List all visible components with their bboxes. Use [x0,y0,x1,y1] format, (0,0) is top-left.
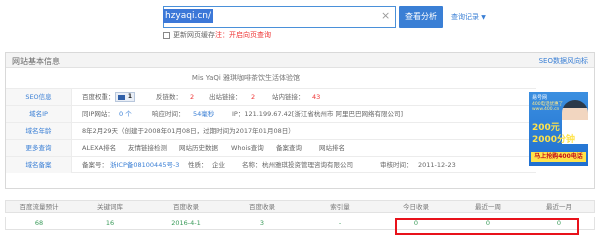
domain-age-label: 域名年龄 [6,123,72,139]
internal-links-value[interactable]: 43 [312,89,320,105]
same-ip-label: 同IP网站： [82,110,114,118]
phone-400-ad[interactable]: 易号网 400电话优惠了 www.400.cn 200元 2000分钟 马上抢购… [529,92,588,166]
site-info-panel: 网站基本信息 SEO数据风向标 Mis YaQi 雅琪咖啡茶饮生活体验馆 SEO… [5,52,595,189]
domain-age-row: 域名年龄 8年2月29天（创建于2008年01月08日，过期时间为2017年01… [6,122,536,139]
site-history-link[interactable]: 网站历史数据 [179,140,218,156]
domain-age-value: 8年2月29天（创建于2008年01月08日，过期时间为2017年01月08日） [82,127,295,135]
stats-value-baidu-indexed-2[interactable]: 3 [224,217,300,229]
icp-name-label: 名称： [242,161,262,169]
panel-title: 网站基本信息 [12,57,60,66]
response-time-label: 响应时间： [152,110,185,118]
seo-info-label: SEO信息 [6,89,72,105]
update-cache-note: 注：开启向页查询 [215,31,271,39]
clear-icon[interactable]: × [381,9,390,23]
icp-nature-label: 性质： [188,161,208,169]
domain-icp-row: 域名备案 备案号： 浙ICP备08100445号-3 性质： 企业 名称： 杭州… [6,156,536,173]
highlight-box [395,218,579,235]
ad-cta-button[interactable]: 马上抢购400电话 [531,152,586,162]
icp-query-link[interactable]: 备案查询 [276,140,302,156]
seo-info-row: SEO信息 百度权重： 1 反链数： 2 出站链接： 2 站内链接： 43 [6,88,536,105]
ad-minutes: 2000分钟 [532,135,576,145]
domain-icp-label: 域名备案 [6,157,72,173]
ad-subtitle: 400电话优惠了 www.400.cn [532,102,564,112]
update-cache-label: 更新网页缓存 [173,31,215,39]
icp-date-label: 审核时间： [380,161,413,169]
baidu-weight-value: 1 [127,93,132,100]
icp-name-value: 杭州雅琪投资管理咨询有限公司 [262,161,353,169]
outbound-links-label: 出站链接： [209,93,242,101]
stats-header-index-count: 索引量 [330,203,350,211]
stats-value-index-count: - [338,219,342,227]
stats-header-baidu-indexed-2: 百度收录 [249,203,275,211]
site-title: Mis YaQi 雅琪咖啡茶饮生活体验馆 [191,74,301,82]
stats-value-traffic[interactable]: 68 [6,217,72,229]
site-rank-link[interactable]: 网站排名 [319,140,345,156]
whois-link[interactable]: Whois查询 [231,140,264,156]
outbound-links-value[interactable]: 2 [251,89,255,105]
backlinks-label: 反链数： [156,93,182,101]
icp-license-value[interactable]: 浙ICP备08100445号-3 [110,157,179,173]
history-dropdown[interactable]: 查询记录 ▼ [451,12,486,22]
baidu-weight-icon [118,95,125,100]
seo-wind-vane-link[interactable]: SEO数据风向标 [539,56,588,66]
baidu-weight-label: 百度权重： [82,93,115,101]
domain-ip-row: 域名IP 同IP网站： 0 个 响应时间： 54毫秒 IP：121.199.67… [6,105,536,122]
analyze-button[interactable]: 查看分析 [399,6,443,28]
chevron-down-icon: ▼ [481,14,486,21]
stats-header-traffic: 百度流量预计 [19,203,59,211]
stats-value-baidu-indexed[interactable]: 2016-4-1 [148,217,224,229]
icp-license-label: 备案号： [82,161,108,169]
ip-address: IP：121.199.67.42[浙江省杭州市 阿里巴巴网络有限公司] [232,110,404,118]
response-time-value: 54毫秒 [193,110,215,118]
more-queries-label: 更多查询 [6,140,72,156]
stats-header-row: 百度流量预计 关键词库 百度收录 百度收录 索引量 今日收录 最近一周 最近一月 [5,200,595,213]
icp-nature-value: 企业 [212,161,225,169]
backlinks-value[interactable]: 2 [190,89,194,105]
panel-header: 网站基本信息 SEO数据风向标 [6,53,594,68]
stats-value-keywords[interactable]: 16 [72,217,148,229]
stats-header-today: 今日收录 [403,203,429,211]
alexa-rank-link[interactable]: ALEXA排名 [82,140,116,156]
icp-date-value: 2011-12-23 [418,161,456,169]
search-query-highlight: hzyaqi.cn/ [163,9,214,23]
domain-ip-label: 域名IP [6,106,72,122]
internal-links-label: 站内链接： [272,93,305,101]
more-queries-row: 更多查询 ALEXA排名 友情链接检测 网站历史数据 Whois查询 备案查询 … [6,139,536,156]
stats-header-baidu-indexed: 百度收录 [173,203,199,211]
stats-header-keywords: 关键词库 [97,203,123,211]
history-label: 查询记录 [451,13,479,21]
same-ip-value[interactable]: 0 个 [119,106,132,122]
friend-link-check-link[interactable]: 友情链接检测 [128,140,167,156]
stats-header-week: 最近一周 [475,203,501,211]
update-cache-row: 更新网页缓存 注：开启向页查询 [163,30,271,40]
ad-brand: 易号网 [532,95,548,101]
baidu-weight-badge[interactable]: 1 [113,89,135,105]
stats-header-month: 最近一月 [546,203,572,211]
update-cache-checkbox[interactable] [163,31,170,39]
